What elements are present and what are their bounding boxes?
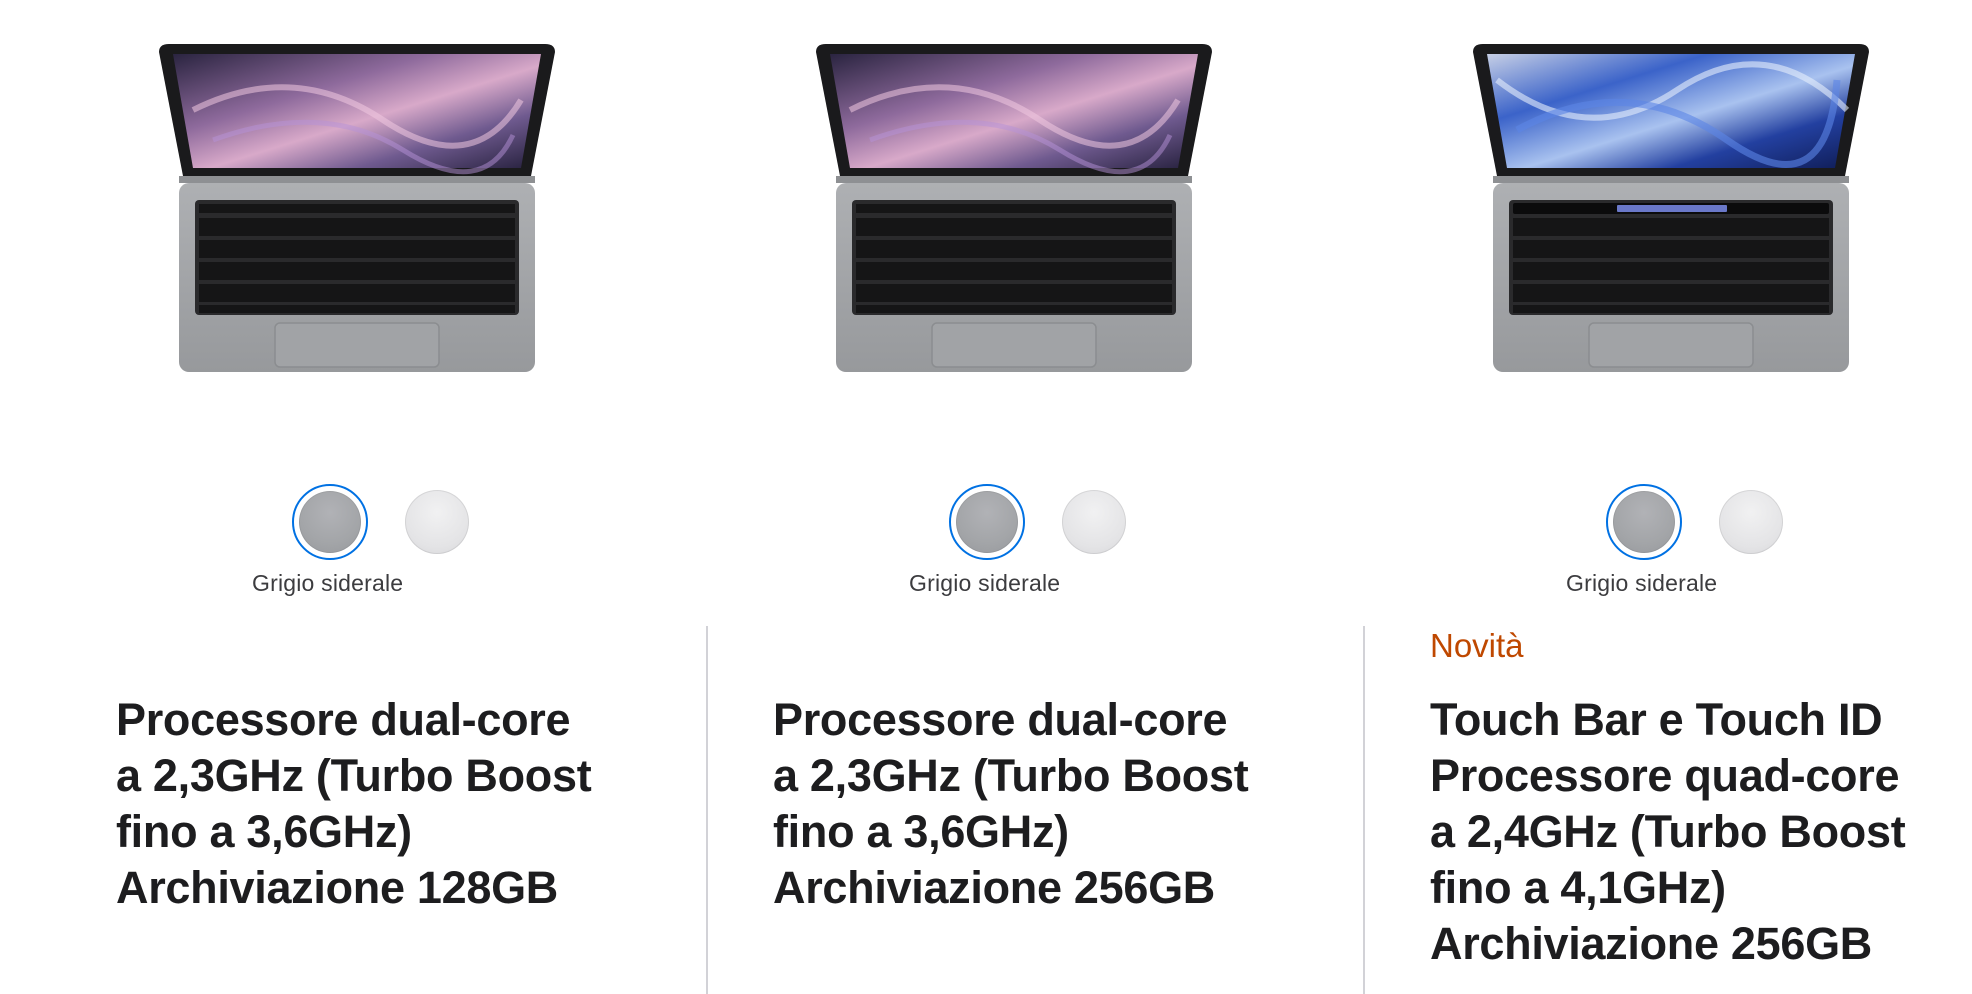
spec-line: Archiviazione 128GB (116, 862, 558, 913)
selected-color-label: Grigio siderale (252, 570, 404, 596)
space-gray-dot (299, 491, 361, 553)
color-swatch-space-gray[interactable] (292, 484, 368, 560)
color-swatch-silver[interactable] (1062, 490, 1126, 554)
product-column-1: Grigio siderale Processore dual-core a 2… (0, 0, 657, 988)
selected-color-label: Grigio siderale (1566, 570, 1718, 596)
spec-line: a 2,3GHz (Turbo Boost (773, 750, 1249, 801)
new-badge: Novità (1430, 627, 1524, 664)
product-column-3: Grigio siderale Novità Touch Bar e Touch… (1314, 0, 1971, 988)
spec-line: fino a 3,6GHz) (116, 806, 412, 857)
spec-line: Touch Bar e Touch ID (1430, 694, 1883, 745)
spec-line: fino a 3,6GHz) (773, 806, 1069, 857)
macbook-pro-image[interactable] (153, 40, 561, 418)
laptop-illustration (159, 44, 555, 372)
color-selector (0, 484, 657, 564)
color-selector (657, 484, 1314, 564)
macbook-pro-touchbar-image[interactable] (1467, 40, 1875, 418)
product-spec: Touch Bar e Touch ID Processore quad-cor… (1430, 692, 1970, 972)
macbook-pro-image[interactable] (810, 40, 1218, 418)
selected-color-label: Grigio siderale (909, 570, 1061, 596)
spec-line: Archiviazione 256GB (1430, 918, 1872, 969)
color-swatch-space-gray[interactable] (949, 484, 1025, 560)
color-swatch-silver[interactable] (405, 490, 469, 554)
product-spec: Processore dual-core a 2,3GHz (Turbo Boo… (116, 692, 656, 916)
color-swatch-space-gray[interactable] (1606, 484, 1682, 560)
spec-line: Processore dual-core (116, 694, 571, 745)
laptop-illustration (1473, 44, 1869, 372)
spec-line: Processore quad-core (1430, 750, 1900, 801)
space-gray-dot (1613, 491, 1675, 553)
color-swatch-silver[interactable] (1719, 490, 1783, 554)
color-selector (1314, 484, 1971, 564)
spec-line: fino a 4,1GHz) (1430, 862, 1726, 913)
product-column-2: Grigio siderale Processore dual-core a 2… (657, 0, 1314, 988)
spec-line: a 2,4GHz (Turbo Boost (1430, 806, 1906, 857)
product-spec: Processore dual-core a 2,3GHz (Turbo Boo… (773, 692, 1313, 916)
spec-line: Processore dual-core (773, 694, 1228, 745)
spec-line: a 2,3GHz (Turbo Boost (116, 750, 592, 801)
laptop-illustration (816, 44, 1212, 372)
space-gray-dot (956, 491, 1018, 553)
spec-line: Archiviazione 256GB (773, 862, 1215, 913)
